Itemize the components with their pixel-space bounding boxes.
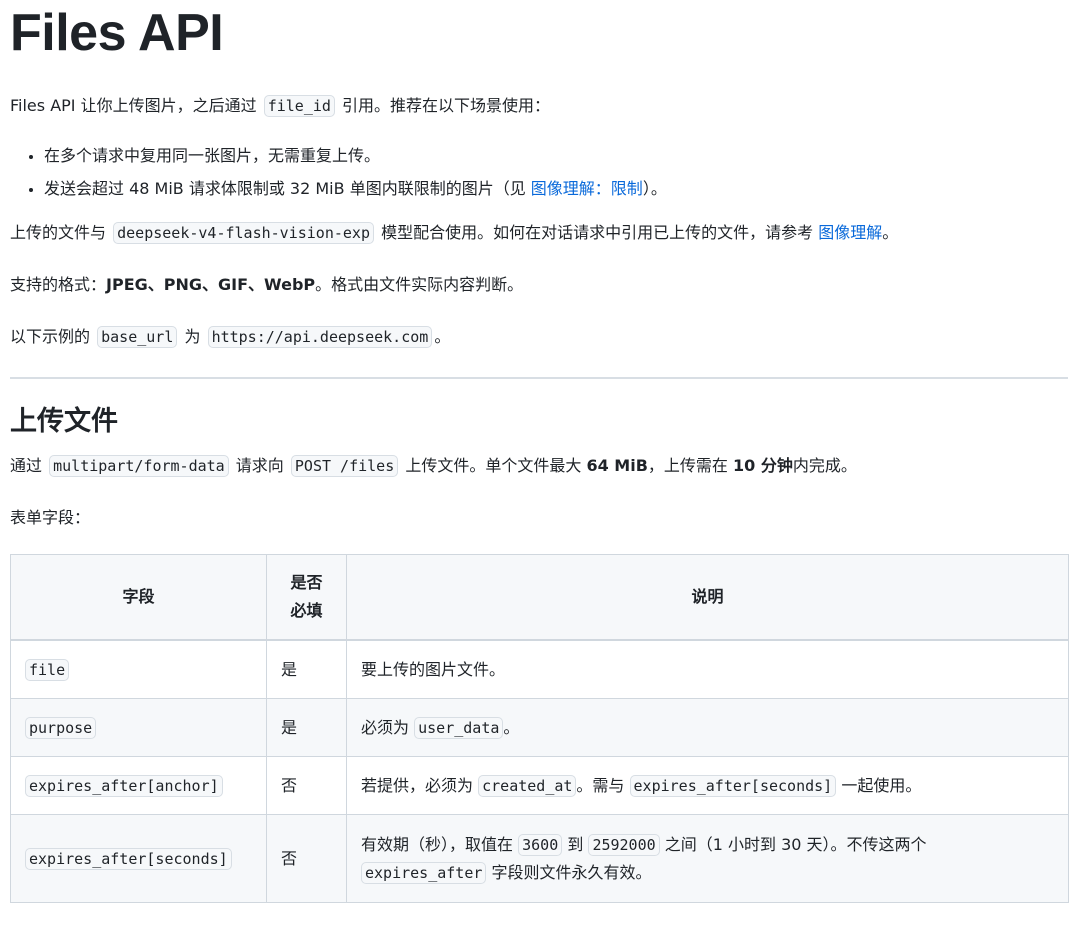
upload-text-mid3: ，上传需在	[647, 456, 728, 475]
intro-text-post: 引用。推荐在以下场景使用：	[342, 96, 551, 115]
code-post-files: POST /files	[290, 455, 399, 477]
cell-description: 要上传的图片文件。	[346, 639, 1069, 699]
table-row: expires_after[seconds] 否 有效期（秒），取值在 3600…	[10, 814, 1069, 903]
upload-text-mid1: 请求向	[235, 456, 284, 475]
desc-text-post: 字段则文件永久有效。	[491, 862, 652, 882]
upload-paragraph: 通过 multipart/form-data 请求向 POST /files 上…	[10, 453, 1068, 479]
formats-text-post: 。格式由文件实际内容判断。	[315, 275, 524, 294]
code-file-id: file_id	[263, 95, 335, 117]
section-divider	[10, 377, 1068, 379]
cell-description: 有效期（秒），取值在 3600 到 2592000 之间（1 小时到 30 天）…	[346, 814, 1069, 903]
form-fields-label: 表单字段：	[10, 508, 91, 527]
list-item-text-post: ）。	[642, 179, 667, 198]
cell-description: 必须为 user_data。	[346, 698, 1069, 757]
base-text-post: 。	[434, 327, 451, 346]
desc-text-pre: 有效期（秒），取值在	[361, 834, 514, 854]
desc-text-mid2: 之间（1 小时到 30 天）。不传这两个	[664, 834, 927, 854]
field-name: expires_after[seconds]	[25, 847, 232, 870]
use-case-list: 在多个请求中复用同一张图片，无需重复上传。 发送会超过 48 MiB 请求体限制…	[10, 143, 1068, 202]
model-paragraph: 上传的文件与 deepseek-v4-flash-vision-exp 模型配合…	[10, 220, 1068, 246]
cell-required: 否	[266, 814, 347, 903]
intro-text-pre: Files API 让你上传图片，之后通过	[10, 96, 257, 115]
desc-code: expires_after	[361, 861, 487, 884]
upload-size-limit: 64 MiB	[586, 456, 648, 475]
cell-required: 是	[266, 639, 347, 699]
desc-code: expires_after[seconds]	[629, 774, 837, 797]
desc-text-mid1: 到	[567, 834, 584, 854]
base-text-mid: 为	[184, 327, 201, 346]
desc-text-pre: 必须为	[361, 717, 410, 737]
table-row: file 是 要上传的图片文件。	[10, 639, 1069, 699]
header-field: 字段	[10, 554, 267, 641]
upload-text-mid2: 上传文件。单个文件最大	[405, 456, 582, 475]
model-text-post: 。	[882, 223, 899, 242]
cell-required: 是	[266, 698, 347, 757]
cell-field: purpose	[10, 698, 267, 757]
formats-text-pre: 支持的格式：	[10, 275, 107, 294]
header-required-line1: 是否	[290, 573, 323, 592]
header-required: 是否 必填	[266, 554, 347, 641]
page-title: Files API	[10, 4, 224, 62]
link-image-understanding[interactable]: 图像理解	[818, 223, 882, 242]
desc-code: created_at	[478, 774, 577, 797]
desc-code: 2592000	[588, 833, 660, 856]
list-item-text: 在多个请求中复用同一张图片，无需重复上传。	[44, 146, 381, 165]
upload-text-post: 内完成。	[792, 456, 857, 475]
base-url-paragraph: 以下示例的 base_url 为 https://api.deepseek.co…	[10, 324, 1068, 350]
desc-text: 要上传的图片文件。	[361, 659, 506, 679]
table-row: expires_after[anchor] 否 若提供，必须为 created_…	[10, 756, 1069, 815]
header-description: 说明	[346, 554, 1069, 641]
upload-time-limit: 10 分钟	[733, 456, 793, 475]
field-name: purpose	[25, 716, 97, 739]
table-row: purpose 是 必须为 user_data。	[10, 698, 1069, 757]
list-item: 发送会超过 48 MiB 请求体限制或 32 MiB 单图内联限制的图片（见 图…	[44, 176, 1068, 202]
cell-field: expires_after[seconds]	[10, 814, 267, 903]
desc-text-pre: 若提供，必须为	[361, 775, 474, 795]
model-text-mid: 模型配合使用。如何在对话请求中引用已上传的文件，请参考	[381, 223, 814, 242]
link-image-understanding-limits[interactable]: 图像理解：限制	[531, 179, 643, 198]
header-required-line2: 必填	[290, 601, 323, 620]
table-header-row: 字段 是否必填 说明	[10, 554, 1069, 641]
cell-description: 若提供，必须为 created_at 。需与 expires_after[seco…	[346, 756, 1069, 815]
section-heading-upload: 上传文件	[10, 406, 118, 437]
list-item-text-pre: 发送会超过 48 MiB 请求体限制或 32 MiB 单图内联限制的图片（见	[44, 179, 526, 198]
doc-page: Files API Files API 让你上传图片，之后通过 file_id …	[0, 0, 1080, 903]
base-text-pre: 以下示例的	[10, 327, 91, 346]
desc-text-post: 一起使用。	[841, 775, 922, 795]
desc-text-post: 。	[503, 717, 520, 737]
cell-required: 否	[266, 756, 347, 815]
model-text-pre: 上传的文件与	[10, 223, 107, 242]
formats-list: JPEG、PNG、GIF、WebP	[106, 275, 316, 294]
form-fields-table: 字段 是否 必填 说明 file 是 要上传的图片文件。 purpose 是 必须…	[10, 554, 1069, 903]
upload-text-pre: 通过	[10, 456, 43, 475]
desc-text-mid: 。需与	[576, 775, 625, 795]
field-name: expires_after[anchor]	[25, 774, 223, 797]
code-model-name: deepseek-v4-flash-vision-exp	[113, 222, 374, 244]
cell-field: expires_after[anchor]	[10, 756, 267, 815]
desc-code: 3600	[518, 833, 563, 856]
code-multipart: multipart/form-data	[49, 455, 229, 477]
desc-code: user_data	[414, 716, 504, 739]
formats-paragraph: 支持的格式：JPEG、PNG、GIF、WebP。格式由文件实际内容判断。	[10, 272, 1068, 298]
code-base-url: base_url	[97, 326, 178, 348]
list-item: 在多个请求中复用同一张图片，无需重复上传。	[44, 143, 1068, 169]
code-api-url: https://api.deepseek.com	[207, 326, 433, 348]
intro-paragraph: Files API 让你上传图片，之后通过 file_id 引用。推荐在以下场景…	[10, 93, 1068, 119]
cell-field: file	[10, 639, 267, 699]
field-name: file	[25, 658, 70, 681]
